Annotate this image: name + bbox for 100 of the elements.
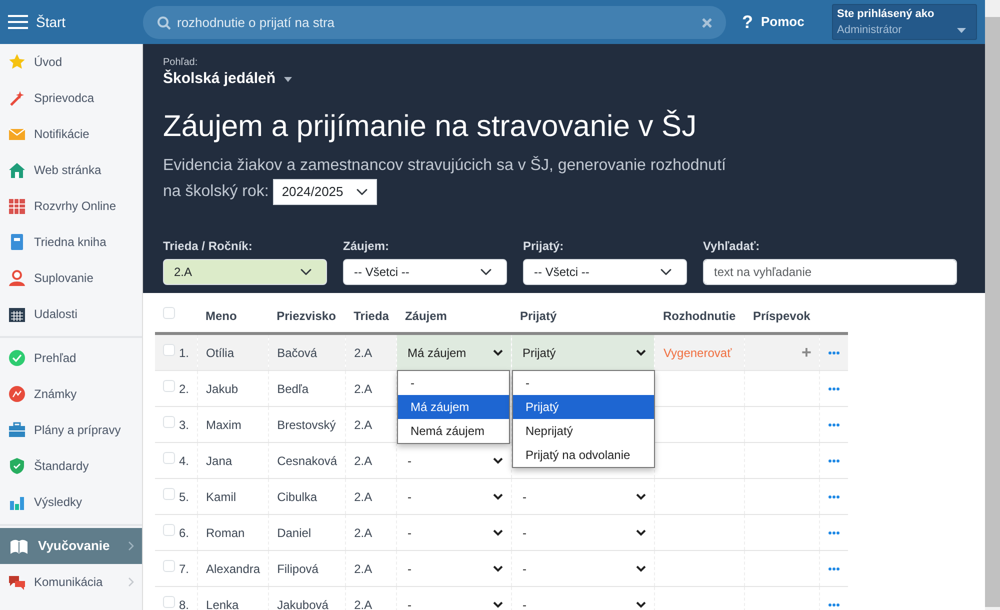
sidebar-item[interactable]: Výsledky (0, 484, 142, 520)
row-number: 1. (179, 344, 190, 362)
chevron-down-icon (636, 529, 646, 536)
row-checkbox[interactable] (163, 452, 175, 464)
page-title: Záujem a prijímanie na stravovanie v ŠJ (163, 108, 698, 144)
cell-select[interactable]: - (397, 515, 512, 550)
sidebar-item[interactable]: Rozvrhy Online (0, 188, 142, 224)
cell-select[interactable]: - (512, 515, 654, 550)
row-checkbox[interactable] (163, 596, 175, 608)
sidebar-item[interactable]: Úvod (0, 44, 142, 80)
dropdown-option[interactable]: Prijatý (513, 395, 654, 419)
row-number: 5. (179, 488, 190, 506)
more-icon[interactable] (828, 603, 840, 608)
more-icon[interactable] (828, 387, 840, 392)
chat-bubbles-icon (8, 573, 26, 591)
name-cell: Bačová (268, 334, 346, 370)
house-icon (8, 161, 26, 179)
class-cell: 2.A (346, 406, 397, 442)
help-link[interactable]: ? Pomoc (742, 8, 804, 36)
select-all-checkbox[interactable] (163, 307, 175, 320)
chevron-down-icon (636, 565, 646, 572)
filter-select[interactable]: -- Všetci -- (523, 258, 687, 284)
name-cell: Roman (198, 514, 269, 550)
name-cell: Jakubová (268, 586, 346, 610)
sidebar-item[interactable]: Notifikácie (0, 116, 142, 152)
filter-label: Záujem: (343, 238, 390, 254)
search-input[interactable]: text na vyhľadanie (703, 258, 957, 284)
cell-select[interactable]: - (397, 587, 512, 610)
page-subtitle: Evidencia žiakov a zamestnancov stravujúcich sa v ŠJ, generovanie rozhodnutí (163, 155, 727, 176)
more-icon[interactable] (828, 351, 840, 356)
row-checkbox[interactable] (163, 560, 175, 572)
row-checkbox[interactable] (163, 488, 175, 500)
dropdown-option[interactable]: - (398, 371, 510, 395)
calendar-icon (8, 305, 26, 323)
name-cell: Maxim (198, 406, 269, 442)
dropdown-option[interactable]: Prijatý na odvolanie (513, 443, 654, 467)
sidebar-item[interactable]: Triedna kniha (0, 224, 142, 260)
name-cell: Cesnaková (268, 442, 346, 478)
person-icon (8, 269, 26, 287)
caret-icon (284, 76, 292, 82)
more-icon[interactable] (828, 531, 840, 536)
calendar-grid-icon (8, 197, 26, 215)
row-number: 4. (179, 452, 190, 470)
row-checkbox[interactable] (163, 344, 175, 356)
chevron-down-icon (493, 349, 504, 356)
menu-button[interactable]: Štart (8, 12, 66, 32)
name-cell: Jana (198, 442, 269, 478)
dropdown-option[interactable]: Neprijatý (513, 419, 654, 443)
more-icon[interactable] (828, 567, 840, 572)
sidebar-item[interactable]: Web stránka (0, 152, 142, 188)
year-select[interactable]: 2024/2025 (272, 178, 377, 204)
sidebar-item[interactable]: Známky (0, 376, 142, 412)
name-cell: Jakub (198, 370, 269, 406)
briefcase-icon (8, 421, 26, 439)
star-icon (8, 53, 26, 71)
view-dropdown[interactable]: Školská jedáleň (163, 68, 292, 90)
user-caption: Ste prihlásený ako (837, 6, 936, 22)
sidebar-item[interactable]: Vyučovanie (0, 528, 142, 564)
cell-select[interactable]: - (397, 551, 512, 586)
user-role: Administrátor (837, 23, 902, 38)
sidebar-item[interactable]: Štandardy (0, 448, 142, 484)
sidebar-item[interactable]: Komunikácia (0, 564, 142, 600)
name-cell: Lenka (198, 586, 269, 610)
row-number: 8. (179, 596, 190, 610)
sidebar-item[interactable]: Sprievodca (0, 80, 142, 116)
chart-circle-icon (8, 385, 26, 403)
row-checkbox[interactable] (163, 524, 175, 536)
class-cell: 2.A (346, 550, 397, 586)
dropdown-option[interactable]: - (513, 371, 654, 395)
cell-select[interactable]: - (397, 443, 512, 478)
more-icon[interactable] (828, 459, 840, 464)
class-cell: 2.A (346, 478, 397, 514)
search-field[interactable]: rozhodnutie o prijatí na stra (143, 6, 726, 38)
dropdown-option[interactable]: Nemá záujem (398, 419, 510, 443)
book-icon (8, 233, 26, 251)
row-checkbox[interactable] (163, 416, 175, 428)
row-checkbox[interactable] (163, 380, 175, 392)
help-label: Pomoc (761, 13, 804, 32)
cell-select[interactable]: - (397, 479, 512, 514)
more-icon[interactable] (828, 495, 840, 500)
clear-icon[interactable] (702, 18, 712, 28)
more-icon[interactable] (828, 423, 840, 428)
sidebar-item[interactable]: Suplovanie (0, 260, 142, 296)
check-circle-icon (8, 349, 26, 367)
sidebar-item[interactable]: Udalosti (0, 296, 142, 332)
cell-select[interactable]: - (512, 587, 654, 610)
filter-select[interactable]: -- Všetci -- (343, 258, 507, 284)
name-cell: Kamil (198, 478, 269, 514)
help-icon: ? (742, 8, 753, 36)
sidebar-item[interactable]: Plány a prípravy (0, 412, 142, 448)
cell-select[interactable]: - (512, 551, 654, 586)
filter-select[interactable]: 2.A (163, 258, 327, 284)
user-menu[interactable]: Ste prihlásený ako Administrátor (832, 4, 977, 40)
cell-select[interactable]: Prijatý (512, 335, 654, 370)
filter-label: Prijatý: (523, 238, 565, 254)
dropdown-option[interactable]: Má záujem (398, 395, 510, 419)
cell-select[interactable]: - (512, 479, 654, 514)
sidebar-item[interactable]: Prehľad (0, 340, 142, 376)
chevron-down-icon (493, 601, 504, 608)
cell-select[interactable]: Má záujem (397, 335, 512, 370)
